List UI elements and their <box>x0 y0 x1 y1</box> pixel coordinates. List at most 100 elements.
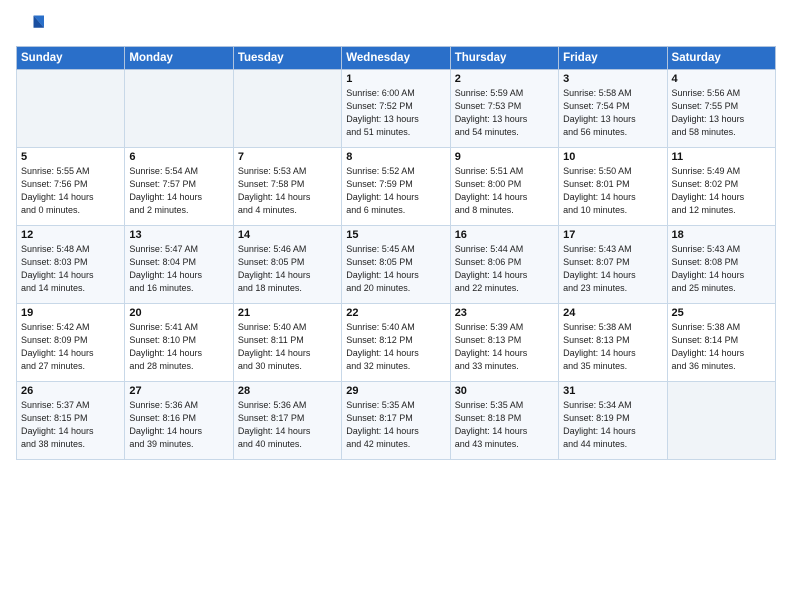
weekday-header-monday: Monday <box>125 47 233 70</box>
day-cell: 21Sunrise: 5:40 AMSunset: 8:11 PMDayligh… <box>233 304 341 382</box>
day-info: Sunrise: 5:49 AMSunset: 8:02 PMDaylight:… <box>672 165 771 217</box>
day-number: 27 <box>129 385 228 397</box>
day-cell: 3 Sunrise: 5:58 AMSunset: 7:54 PMDaylight… <box>559 70 667 148</box>
day-cell: 15Sunrise: 5:45 AMSunset: 8:05 PMDayligh… <box>342 226 450 304</box>
day-info: Sunrise: 5:35 AMSunset: 8:18 PMDaylight:… <box>455 399 554 451</box>
day-cell: 11 Sunrise: 5:49 AMSunset: 8:02 PMDayligh… <box>667 148 775 226</box>
weekday-header-friday: Friday <box>559 47 667 70</box>
day-number: 9 <box>455 151 554 163</box>
day-info: Sunrise: 5:37 AMSunset: 8:15 PMDaylight:… <box>21 399 120 451</box>
day-info: Sunrise: 5:48 AMSunset: 8:03 PMDaylight:… <box>21 243 120 295</box>
day-info: Sunrise: 5:52 AMSunset: 7:59 PMDaylight:… <box>346 165 445 217</box>
day-cell: 2Sunrise: 5:59 AMSunset: 7:53 PMDaylight… <box>450 70 558 148</box>
day-cell <box>233 70 341 148</box>
day-number: 19 <box>21 307 120 319</box>
day-cell: 18 Sunrise: 5:43 AMSunset: 8:08 PMDayligh… <box>667 226 775 304</box>
day-info: Sunrise: 5:44 AMSunset: 8:06 PMDaylight:… <box>455 243 554 295</box>
header <box>16 12 776 40</box>
day-number: 11 <box>672 151 771 163</box>
day-cell: 10 Sunrise: 5:50 AMSunset: 8:01 PMDayligh… <box>559 148 667 226</box>
day-cell: 26 Sunrise: 5:37 AMSunset: 8:15 PMDayligh… <box>17 382 125 460</box>
weekday-header-thursday: Thursday <box>450 47 558 70</box>
day-cell <box>667 382 775 460</box>
day-number: 18 <box>672 229 771 241</box>
weekday-header-sunday: Sunday <box>17 47 125 70</box>
day-info: Sunrise: 5:40 AMSunset: 8:12 PMDaylight:… <box>346 321 445 373</box>
day-number: 28 <box>238 385 337 397</box>
weekday-header-tuesday: Tuesday <box>233 47 341 70</box>
day-number: 22 <box>346 307 445 319</box>
day-cell: 29 Sunrise: 5:35 AMSunset: 8:17 PMDayligh… <box>342 382 450 460</box>
day-info: Sunrise: 5:51 AMSunset: 8:00 PMDaylight:… <box>455 165 554 217</box>
day-number: 6 <box>129 151 228 163</box>
day-number: 31 <box>563 385 662 397</box>
day-number: 12 <box>21 229 120 241</box>
day-cell: 12 Sunrise: 5:48 AMSunset: 8:03 PMDayligh… <box>17 226 125 304</box>
day-info: Sunrise: 5:47 AMSunset: 8:04 PMDaylight:… <box>129 243 228 295</box>
day-number: 1 <box>346 73 445 85</box>
day-number: 25 <box>672 307 771 319</box>
day-info: Sunrise: 5:36 AMSunset: 8:16 PMDaylight:… <box>129 399 228 451</box>
day-info: Sunrise: 5:36 AMSunset: 8:17 PMDaylight:… <box>238 399 337 451</box>
week-row-4: 19 Sunrise: 5:42 AMSunset: 8:09 PMDayligh… <box>17 304 776 382</box>
week-row-2: 5 Sunrise: 5:55 AMSunset: 7:56 PMDaylight… <box>17 148 776 226</box>
day-number: 23 <box>455 307 554 319</box>
day-info: Sunrise: 5:39 AMSunset: 8:13 PMDaylight:… <box>455 321 554 373</box>
day-cell: 1 Sunrise: 6:00 AMSunset: 7:52 PMDaylight… <box>342 70 450 148</box>
day-number: 26 <box>21 385 120 397</box>
day-cell: 27 Sunrise: 5:36 AMSunset: 8:16 PMDayligh… <box>125 382 233 460</box>
day-info: Sunrise: 5:38 AMSunset: 8:13 PMDaylight:… <box>563 321 662 373</box>
day-cell: 7 Sunrise: 5:53 AMSunset: 7:58 PMDaylight… <box>233 148 341 226</box>
day-info: Sunrise: 5:42 AMSunset: 8:09 PMDaylight:… <box>21 321 120 373</box>
day-cell: 8 Sunrise: 5:52 AMSunset: 7:59 PMDaylight… <box>342 148 450 226</box>
day-info: Sunrise: 5:56 AMSunset: 7:55 PMDaylight:… <box>672 87 771 139</box>
day-info: Sunrise: 5:55 AMSunset: 7:56 PMDaylight:… <box>21 165 120 217</box>
day-cell: 6 Sunrise: 5:54 AMSunset: 7:57 PMDaylight… <box>125 148 233 226</box>
day-info: Sunrise: 5:58 AMSunset: 7:54 PMDaylight:… <box>563 87 662 139</box>
day-number: 10 <box>563 151 662 163</box>
week-row-3: 12 Sunrise: 5:48 AMSunset: 8:03 PMDayligh… <box>17 226 776 304</box>
day-number: 14 <box>238 229 337 241</box>
day-info: Sunrise: 5:50 AMSunset: 8:01 PMDaylight:… <box>563 165 662 217</box>
day-cell: 19 Sunrise: 5:42 AMSunset: 8:09 PMDayligh… <box>17 304 125 382</box>
day-number: 4 <box>672 73 771 85</box>
day-cell: 22 Sunrise: 5:40 AMSunset: 8:12 PMDayligh… <box>342 304 450 382</box>
logo-icon <box>16 12 44 40</box>
day-info: Sunrise: 5:34 AMSunset: 8:19 PMDaylight:… <box>563 399 662 451</box>
week-row-1: 1 Sunrise: 6:00 AMSunset: 7:52 PMDaylight… <box>17 70 776 148</box>
day-info: Sunrise: 5:43 AMSunset: 8:08 PMDaylight:… <box>672 243 771 295</box>
day-number: 17 <box>563 229 662 241</box>
week-row-5: 26 Sunrise: 5:37 AMSunset: 8:15 PMDayligh… <box>17 382 776 460</box>
day-number: 7 <box>238 151 337 163</box>
day-cell: 16Sunrise: 5:44 AMSunset: 8:06 PMDayligh… <box>450 226 558 304</box>
day-number: 30 <box>455 385 554 397</box>
day-info: Sunrise: 5:40 AMSunset: 8:11 PMDaylight:… <box>238 321 337 373</box>
day-info: Sunrise: 5:41 AMSunset: 8:10 PMDaylight:… <box>129 321 228 373</box>
day-info: Sunrise: 5:54 AMSunset: 7:57 PMDaylight:… <box>129 165 228 217</box>
day-number: 2 <box>455 73 554 85</box>
day-info: Sunrise: 5:53 AMSunset: 7:58 PMDaylight:… <box>238 165 337 217</box>
day-info: Sunrise: 5:43 AMSunset: 8:07 PMDaylight:… <box>563 243 662 295</box>
day-number: 24 <box>563 307 662 319</box>
day-cell: 30 Sunrise: 5:35 AMSunset: 8:18 PMDayligh… <box>450 382 558 460</box>
day-cell: 5 Sunrise: 5:55 AMSunset: 7:56 PMDaylight… <box>17 148 125 226</box>
weekday-header-wednesday: Wednesday <box>342 47 450 70</box>
day-cell: 25 Sunrise: 5:38 AMSunset: 8:14 PMDayligh… <box>667 304 775 382</box>
day-cell: 24 Sunrise: 5:38 AMSunset: 8:13 PMDayligh… <box>559 304 667 382</box>
day-number: 8 <box>346 151 445 163</box>
day-number: 29 <box>346 385 445 397</box>
day-number: 5 <box>21 151 120 163</box>
day-info: Sunrise: 5:45 AMSunset: 8:05 PMDaylight:… <box>346 243 445 295</box>
day-info: Sunrise: 5:35 AMSunset: 8:17 PMDaylight:… <box>346 399 445 451</box>
day-cell: 28 Sunrise: 5:36 AMSunset: 8:17 PMDayligh… <box>233 382 341 460</box>
day-info: Sunrise: 6:00 AMSunset: 7:52 PMDaylight:… <box>346 87 445 139</box>
day-number: 3 <box>563 73 662 85</box>
day-cell: 13Sunrise: 5:47 AMSunset: 8:04 PMDayligh… <box>125 226 233 304</box>
day-cell <box>17 70 125 148</box>
day-info: Sunrise: 5:46 AMSunset: 8:05 PMDaylight:… <box>238 243 337 295</box>
day-cell: 9 Sunrise: 5:51 AMSunset: 8:00 PMDaylight… <box>450 148 558 226</box>
day-cell: 20Sunrise: 5:41 AMSunset: 8:10 PMDayligh… <box>125 304 233 382</box>
calendar: SundayMondayTuesdayWednesdayThursdayFrid… <box>16 46 776 460</box>
day-info: Sunrise: 5:38 AMSunset: 8:14 PMDaylight:… <box>672 321 771 373</box>
day-cell: 23 Sunrise: 5:39 AMSunset: 8:13 PMDayligh… <box>450 304 558 382</box>
